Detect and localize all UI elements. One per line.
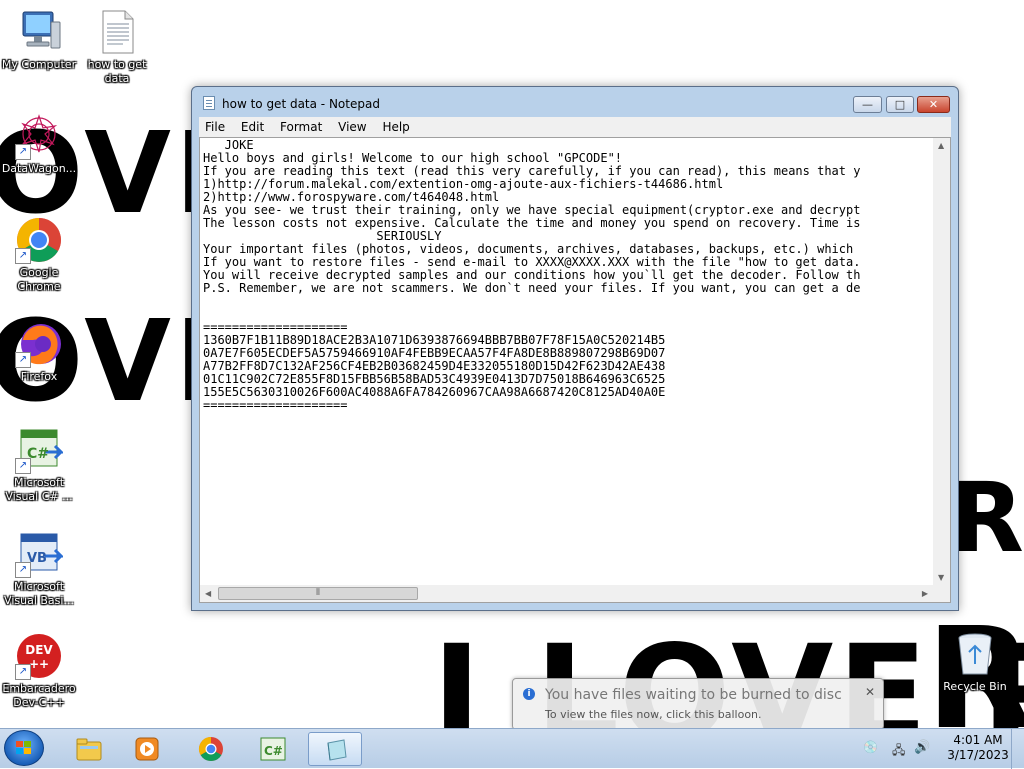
windows-logo-icon: [16, 741, 32, 755]
desktop-icon-recycle-bin[interactable]: Recycle Bin: [934, 630, 1016, 694]
scroll-thumb[interactable]: ⦀: [218, 587, 418, 600]
balloon-close-button[interactable]: ✕: [865, 685, 875, 699]
show-desktop-button[interactable]: [1011, 729, 1024, 769]
notification-balloon[interactable]: i You have files waiting to be burned to…: [512, 678, 884, 738]
maximize-button[interactable]: □: [886, 96, 914, 113]
icon-label: Microsoft Visual Basi...: [4, 580, 74, 607]
desktop-icon-dev-cpp[interactable]: DEV ++ ↗ Embarcadero Dev-C++: [0, 632, 80, 710]
taskbar-media-player-button[interactable]: [120, 732, 174, 766]
burn-disc-icon[interactable]: 💿: [863, 740, 878, 754]
scroll-up-icon[interactable]: ▲: [938, 141, 944, 150]
menu-view[interactable]: View: [332, 117, 372, 137]
start-button[interactable]: [4, 730, 44, 766]
taskbar-notepad-button[interactable]: [308, 732, 362, 766]
desktop-icon-my-computer[interactable]: My Computer: [0, 8, 80, 72]
chrome-icon: ↗: [15, 216, 63, 264]
icon-label: how to get data: [87, 58, 147, 85]
volume-icon[interactable]: 🔊: [914, 740, 930, 755]
desktop-icon-google-chrome[interactable]: ↗ Google Chrome: [0, 216, 80, 294]
shortcut-arrow-icon: ↗: [15, 458, 31, 474]
desktop-icon-how-to-get-data[interactable]: how to get data: [76, 8, 158, 86]
visual-basic-icon: VB ↗: [15, 530, 65, 578]
shortcut-arrow-icon: ↗: [15, 664, 31, 680]
menu-format[interactable]: Format: [274, 117, 328, 137]
shortcut-arrow-icon: ↗: [15, 248, 31, 264]
wallpaper-text: RA: [950, 462, 1024, 574]
title-bar[interactable]: how to get data - Notepad — □ ✕: [192, 87, 958, 117]
visual-csharp-icon: C#: [259, 736, 287, 762]
icon-label: DataWagon...: [1, 162, 77, 175]
shortcut-arrow-icon: ↗: [15, 144, 31, 160]
vertical-scrollbar[interactable]: ▲ ▼: [933, 138, 950, 585]
scroll-right-icon[interactable]: ▶: [922, 589, 928, 598]
desktop-icon-visual-basic[interactable]: VB ↗ Microsoft Visual Basi...: [0, 530, 80, 608]
info-icon: i: [523, 688, 535, 700]
icon-label: Google Chrome: [17, 266, 61, 293]
recycle-bin-icon: [951, 630, 999, 678]
minimize-button[interactable]: —: [853, 96, 882, 113]
text-file-icon: [93, 8, 141, 56]
system-tray: 💿 🖧 🔊 4:01 AM 3/17/2023: [860, 729, 1024, 769]
resize-corner: [933, 585, 950, 602]
window-title: how to get data - Notepad: [222, 97, 380, 111]
media-player-icon: [133, 736, 161, 762]
document-text[interactable]: JOKE Hello boys and girls! Welcome to ou…: [203, 139, 931, 583]
folder-icon: [75, 736, 103, 762]
network-icon[interactable]: 🖧: [892, 741, 905, 762]
clock-time: 4:01 AM: [953, 733, 1003, 747]
csharp-badge: C#: [264, 744, 283, 758]
icon-label: Firefox: [20, 370, 58, 383]
clock[interactable]: 4:01 AM 3/17/2023: [938, 733, 1018, 763]
notepad-icon: [322, 737, 350, 763]
shortcut-arrow-icon: ↗: [15, 352, 31, 368]
icon-label: Embarcadero Dev-C++: [2, 682, 76, 709]
horizontal-scrollbar[interactable]: ◀ ⦀ ▶: [200, 585, 933, 602]
taskbar-chrome-button[interactable]: [184, 732, 238, 766]
notepad-window[interactable]: how to get data - Notepad — □ ✕ File Edi…: [191, 86, 959, 611]
taskbar: C# 💿 🖧 🔊 4:01 AM 3/17/2023: [0, 728, 1024, 769]
dev-cpp-icon: DEV ++ ↗: [15, 632, 63, 680]
shortcut-arrow-icon: ↗: [15, 562, 31, 578]
menu-file[interactable]: File: [199, 117, 231, 137]
clock-date: 3/17/2023: [947, 748, 1009, 762]
taskbar-visual-csharp-button[interactable]: C#: [246, 732, 300, 766]
dev-badge: DEV: [25, 643, 53, 657]
desktop-icon-visual-csharp[interactable]: C# ↗ Microsoft Visual C# ...: [0, 426, 80, 504]
firefox-icon: ↗: [15, 320, 63, 368]
devpp-badge: ++: [29, 657, 49, 671]
chrome-icon: [197, 736, 225, 762]
scroll-left-icon[interactable]: ◀: [205, 589, 211, 598]
text-editor[interactable]: JOKE Hello boys and girls! Welcome to ou…: [199, 137, 951, 603]
icon-label: My Computer: [1, 58, 77, 71]
computer-icon: [15, 8, 63, 56]
taskbar-explorer-button[interactable]: [62, 732, 116, 766]
menu-bar: File Edit Format View Help: [199, 117, 951, 137]
close-button[interactable]: ✕: [917, 96, 950, 113]
menu-help[interactable]: Help: [376, 117, 415, 137]
menu-edit[interactable]: Edit: [235, 117, 270, 137]
icon-label: Recycle Bin: [943, 680, 1007, 693]
balloon-text: To view the files now, click this balloo…: [545, 708, 762, 721]
scroll-down-icon[interactable]: ▼: [938, 573, 944, 582]
icon-label: Microsoft Visual C# ...: [5, 476, 73, 503]
notepad-icon: [203, 96, 215, 110]
datawagon-icon: ↗: [15, 112, 63, 160]
desktop-icon-firefox[interactable]: ↗ Firefox: [0, 320, 80, 384]
visual-csharp-icon: C# ↗: [15, 426, 65, 474]
desktop-icon-datawagon[interactable]: ↗ DataWagon...: [0, 112, 80, 176]
balloon-title: You have files waiting to be burned to d…: [545, 687, 842, 703]
